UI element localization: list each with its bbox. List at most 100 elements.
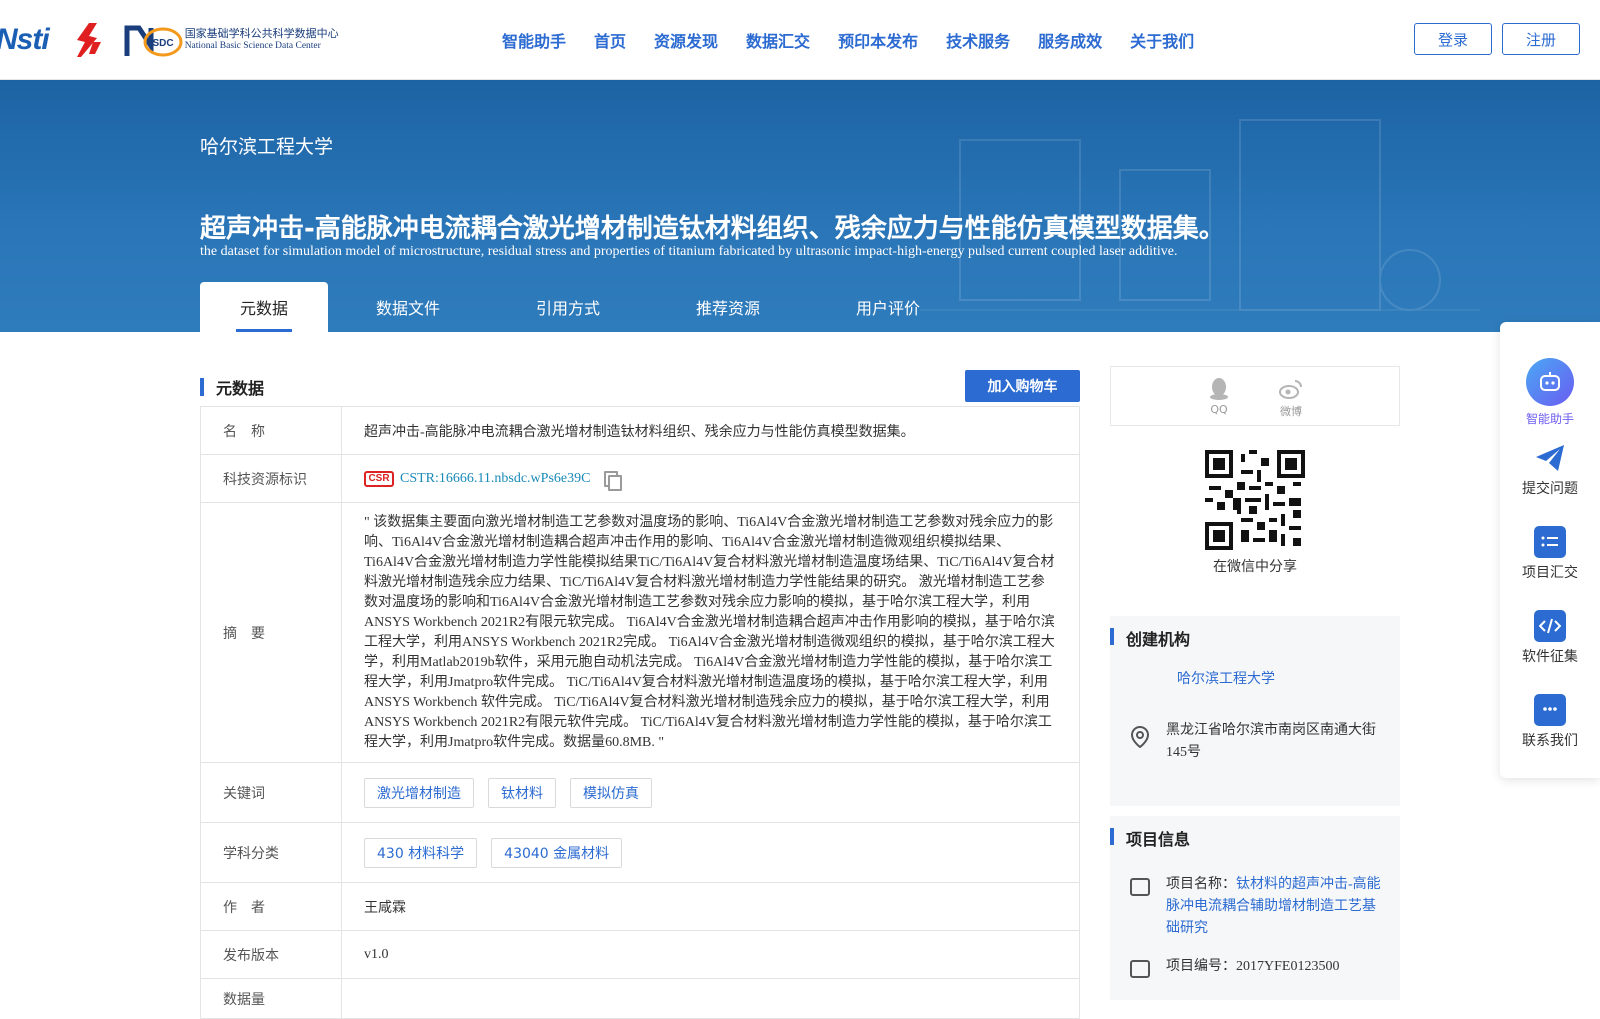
nav-submit-data[interactable]: 数据汇交 [746, 28, 810, 52]
main-nav: 智能助手 首页 资源发现 数据汇交 预印本发布 技术服务 服务成效 关于我们 [502, 28, 1222, 52]
copy-icon[interactable] [604, 470, 623, 491]
table-row: 名 称 超声冲击-高能脉冲电流耦合激光增材制造钛材料组织、残余应力与性能仿真模型… [201, 407, 1079, 455]
nsdc-mark-text: SDC [152, 38, 173, 49]
share-weibo[interactable]: 微博 [1271, 377, 1311, 419]
float-assistant[interactable]: 智能助手 [1500, 358, 1600, 427]
subject-label: 学科分类 [201, 823, 342, 882]
tab-reviews[interactable]: 用户评价 [808, 282, 968, 332]
subject-tag[interactable]: 430 材料科学 [364, 837, 478, 868]
author-label: 作 者 [201, 883, 342, 930]
table-row: 数据量 [201, 979, 1079, 1019]
red-s-logo[interactable] [67, 20, 107, 60]
qq-icon [1210, 378, 1228, 400]
dataset-title-cn: 超声冲击-高能脉冲电流耦合激光增材制造钛材料组织、残余应力与性能仿真模型数据集。 [200, 214, 1225, 244]
section-accent-bar [1110, 828, 1114, 845]
float-submit-question[interactable]: 提交问题 [1500, 442, 1600, 498]
qq-label: QQ [1210, 403, 1228, 416]
tab-data-files[interactable]: 数据文件 [328, 282, 488, 332]
float-contact-label: 联系我们 [1522, 733, 1578, 749]
nav-results[interactable]: 服务成效 [1038, 28, 1102, 52]
cstr-label: 科技资源标识 [201, 455, 342, 502]
table-row: 摘 要 " 该数据集主要面向激光增材制造工艺参数对温度场的影响、Ti6Al4V合… [201, 503, 1079, 763]
project-name-label: 项目名称： [1166, 877, 1236, 892]
abstract-label: 摘 要 [201, 503, 342, 762]
wechat-share-label: 在微信中分享 [1213, 559, 1297, 575]
version-value: v1.0 [364, 946, 389, 962]
nav-tech-service[interactable]: 技术服务 [946, 28, 1010, 52]
author-value: 王咸霖 [364, 900, 406, 916]
paper-plane-icon [1534, 442, 1566, 474]
table-row: 学科分类 430 材料科学 43040 金属材料 [201, 823, 1079, 883]
project-panel: 项目信息 项目名称：钛材料的超声冲击-高能脉冲电流耦合辅助增材制造工艺基础研究 … [1110, 816, 1400, 1000]
table-row: 科技资源标识 CSR CSTR:16666.11.nbsdc.wPs6e39C [201, 455, 1079, 503]
chat-bubble-icon [1534, 694, 1566, 726]
project-name-icon [1130, 878, 1150, 896]
nav-preprint[interactable]: 预印本发布 [838, 28, 918, 52]
nav-discover[interactable]: 资源发现 [654, 28, 718, 52]
tab-recommended[interactable]: 推荐资源 [648, 282, 808, 332]
section-accent-bar [1110, 628, 1114, 645]
float-software-label: 软件征集 [1522, 649, 1578, 665]
share-box: QQ 微博 [1110, 366, 1400, 426]
float-assistant-label: 智能助手 [1525, 412, 1574, 426]
tab-metadata[interactable]: 元数据 [200, 282, 328, 332]
float-software-collect[interactable]: 软件征集 [1500, 610, 1600, 666]
floating-toolbar: 智能助手 提交问题 项目汇交 软件征集 联系我们 [1500, 322, 1600, 778]
float-project-label: 项目汇交 [1522, 565, 1578, 581]
project-code-icon [1130, 960, 1150, 978]
next-row-label: 数据量 [201, 979, 342, 1018]
project-code-value: 2017YFE0123500 [1236, 959, 1340, 974]
share-qq[interactable]: QQ [1199, 377, 1239, 416]
weibo-icon [1279, 380, 1302, 399]
subject-tag[interactable]: 43040 金属材料 [491, 837, 623, 868]
keyword-tag[interactable]: 钛材料 [488, 777, 556, 808]
dataset-title-en: the dataset for simulation model of micr… [200, 244, 1178, 259]
metadata-table: 名 称 超声冲击-高能脉冲电流耦合激光增材制造钛材料组织、残余应力与性能仿真模型… [200, 406, 1080, 1019]
table-row: 关键词 激光增材制造 钛材料 模拟仿真 [201, 763, 1079, 823]
robot-icon [1526, 358, 1574, 406]
add-to-cart-button[interactable]: 加入购物车 [965, 370, 1080, 402]
nsdc-mark: SDC [124, 25, 183, 57]
location-pin-icon [1130, 726, 1150, 748]
dataset-banner: 哈尔滨工程大学 超声冲击-高能脉冲电流耦合激光增材制造钛材料组织、残余应力与性能… [0, 80, 1600, 332]
cstr-logo-icon: CSR [364, 470, 394, 487]
creator-address: 黑龙江省哈尔滨市南岗区南通大街145号 [1166, 723, 1376, 760]
register-button[interactable]: 注册 [1502, 23, 1580, 55]
code-icon [1534, 610, 1566, 642]
creator-org-link[interactable]: 哈尔滨工程大学 [1177, 668, 1275, 688]
cstr-link[interactable]: CSTR:16666.11.nbsdc.wPs6e39C [400, 471, 590, 487]
table-row: 作 者 王咸霖 [201, 883, 1079, 931]
wechat-qr-code [1205, 450, 1305, 550]
version-label: 发布版本 [201, 931, 342, 978]
project-name: 项目名称：钛材料的超声冲击-高能脉冲电流耦合辅助增材制造工艺基础研究 [1166, 874, 1386, 940]
top-header: Nsti SDC 国家基础学科公共科学数据中心 National Basic S… [0, 0, 1600, 80]
nsdc-name-en: National Basic Science Data Center [184, 40, 321, 51]
weibo-label: 微博 [1280, 405, 1302, 418]
nav-home[interactable]: 首页 [594, 28, 626, 52]
metadata-section-header: 元数据 加入购物车 [200, 370, 1080, 404]
institution-name[interactable]: 哈尔滨工程大学 [200, 132, 333, 159]
list-folder-icon [1534, 526, 1566, 558]
dataset-tabs: 元数据 数据文件 引用方式 推荐资源 用户评价 [200, 282, 968, 332]
abstract-text: " 该数据集主要面向激光增材制造工艺参数对温度场的影响、Ti6Al4V合金激光增… [364, 515, 1055, 750]
project-title: 项目信息 [1126, 830, 1191, 849]
table-row: 发布版本 v1.0 [201, 931, 1079, 979]
nav-about[interactable]: 关于我们 [1130, 28, 1194, 52]
project-code-label: 项目编号： [1166, 959, 1236, 974]
project-code: 项目编号：2017YFE0123500 [1166, 956, 1386, 978]
nav-assistant[interactable]: 智能助手 [502, 28, 566, 52]
keywords-label: 关键词 [201, 763, 342, 822]
nsdc-logo[interactable]: SDC 国家基础学科公共科学数据中心 National Basic Scienc… [123, 20, 339, 60]
float-submit-label: 提交问题 [1522, 481, 1578, 497]
keyword-tag[interactable]: 模拟仿真 [570, 777, 652, 808]
float-contact[interactable]: 联系我们 [1500, 694, 1600, 750]
creator-title: 创建机构 [1126, 630, 1191, 649]
keyword-tag[interactable]: 激光增材制造 [364, 777, 474, 808]
float-project-submit[interactable]: 项目汇交 [1500, 526, 1600, 582]
section-accent-bar [200, 378, 204, 396]
metadata-section-title: 元数据 [216, 379, 265, 398]
tab-citation[interactable]: 引用方式 [488, 282, 648, 332]
nstl-logo[interactable]: Nsti [0, 23, 50, 57]
logo-group: Nsti SDC 国家基础学科公共科学数据中心 National Basic S… [0, 18, 339, 62]
login-button[interactable]: 登录 [1414, 23, 1492, 55]
